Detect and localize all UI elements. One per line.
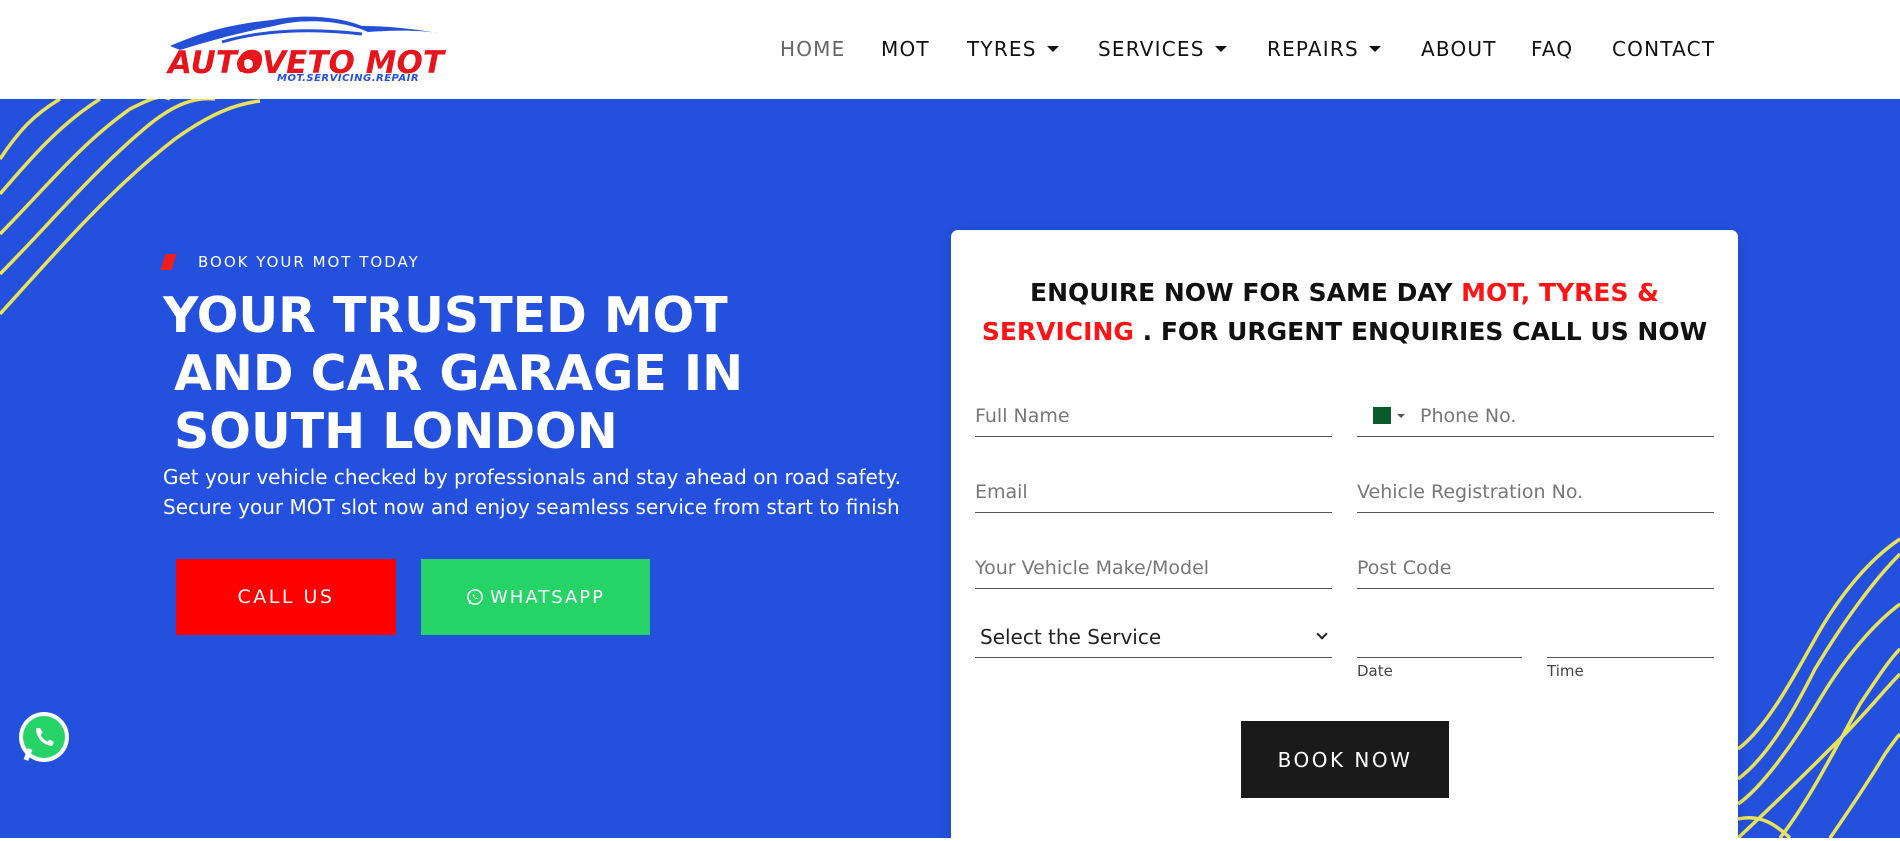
date-field[interactable] [1357,616,1522,658]
form-title-part2: . FOR URGENT ENQUIRIES CALL US NOW [1142,317,1708,346]
eyebrow-text: BOOK YOUR MOT TODAY [198,253,420,271]
nav-services-label: SERVICES [1098,37,1205,61]
email-field[interactable] [975,471,1332,513]
nav-repairs-label: REPAIRS [1267,37,1359,61]
whatsapp-label: WHATSAPP [489,586,606,608]
nav-home[interactable]: HOME [780,37,845,61]
headline-line-2: AND CAR GARAGE IN [174,345,744,402]
nav-contact-label: CONTACT [1612,37,1716,61]
hero-lede: Get your vehicle checked by professional… [163,465,902,519]
phone-field[interactable] [1357,395,1714,437]
time-label: Time [1547,662,1584,680]
full-name-input[interactable] [975,395,1332,436]
caret-down-icon [1368,46,1381,52]
nav-about-label: ABOUT [1421,37,1497,61]
nav-contact[interactable]: CONTACT [1612,37,1715,61]
whatsapp-icon [467,589,483,605]
enquiry-form-card: ENQUIRE NOW FOR SAME DAY MOT, TYRES & SE… [951,230,1738,838]
nav-mot-label: MOT [881,37,930,61]
service-select[interactable]: Select the Service [975,616,1332,658]
nav-faq[interactable]: FAQ [1531,37,1573,61]
caret-down-icon [1214,46,1227,52]
logo-tagline: MOT.SERVICING.REPAIR [277,73,420,84]
date-label: Date [1357,662,1393,680]
phone-input[interactable] [1420,395,1714,436]
red-slash-icon [160,254,177,270]
eyebrow: BOOK YOUR MOT TODAY [160,253,420,271]
postcode-input[interactable] [1357,547,1714,588]
headline-line-1: YOUR TRUSTED MOT [163,287,728,344]
vehicle-reg-field[interactable] [1357,471,1714,513]
whatsapp-button[interactable]: WHATSAPP [421,559,650,635]
site-header: AUTOVETO MOT MOT.SERVICING.REPAIR HOME M… [0,0,1900,99]
full-name-field[interactable] [975,395,1332,437]
floating-whatsapp-button[interactable] [16,710,72,766]
pakistan-flag-icon[interactable] [1367,407,1391,424]
site-logo[interactable]: AUTOVETO MOT MOT.SERVICING.REPAIR [162,12,452,87]
whatsapp-icon [19,712,69,762]
vehicle-reg-input[interactable] [1357,471,1714,512]
caret-down-icon [1046,46,1059,52]
form-title: ENQUIRE NOW FOR SAME DAY MOT, TYRES & SE… [951,273,1738,351]
nav-home-label: HOME [780,37,846,61]
headline-line-3: SOUTH LONDON [174,403,618,460]
book-now-button[interactable]: BOOK NOW [1241,721,1449,798]
make-model-input[interactable] [975,547,1332,588]
book-now-label: BOOK NOW [1277,747,1413,772]
time-field[interactable] [1547,616,1714,658]
nav-services[interactable]: SERVICES [1098,37,1227,61]
nav-repairs[interactable]: REPAIRS [1267,37,1381,61]
chevron-down-icon [1316,628,1328,640]
caret-down-icon [1397,413,1405,418]
nav-faq-label: FAQ [1531,37,1574,61]
hero-section: BOOK YOUR MOT TODAY YOUR TRUSTED MOT AND… [0,99,1900,838]
nav-mot[interactable]: MOT [881,37,930,61]
nav-tyres-label: TYRES [967,37,1037,61]
make-model-field[interactable] [975,547,1332,589]
form-title-part1: ENQUIRE NOW FOR SAME DAY [1030,278,1453,307]
email-input[interactable] [975,471,1332,512]
service-select-value: Select the Service [980,624,1162,649]
hero-headline: YOUR TRUSTED MOT AND CAR GARAGE IN SOUTH… [163,287,743,461]
nav-tyres[interactable]: TYRES [967,37,1059,61]
nav-about[interactable]: ABOUT [1421,37,1497,61]
call-us-label: CALL US [237,586,335,608]
postcode-field[interactable] [1357,547,1714,589]
call-us-button[interactable]: CALL US [176,559,396,635]
